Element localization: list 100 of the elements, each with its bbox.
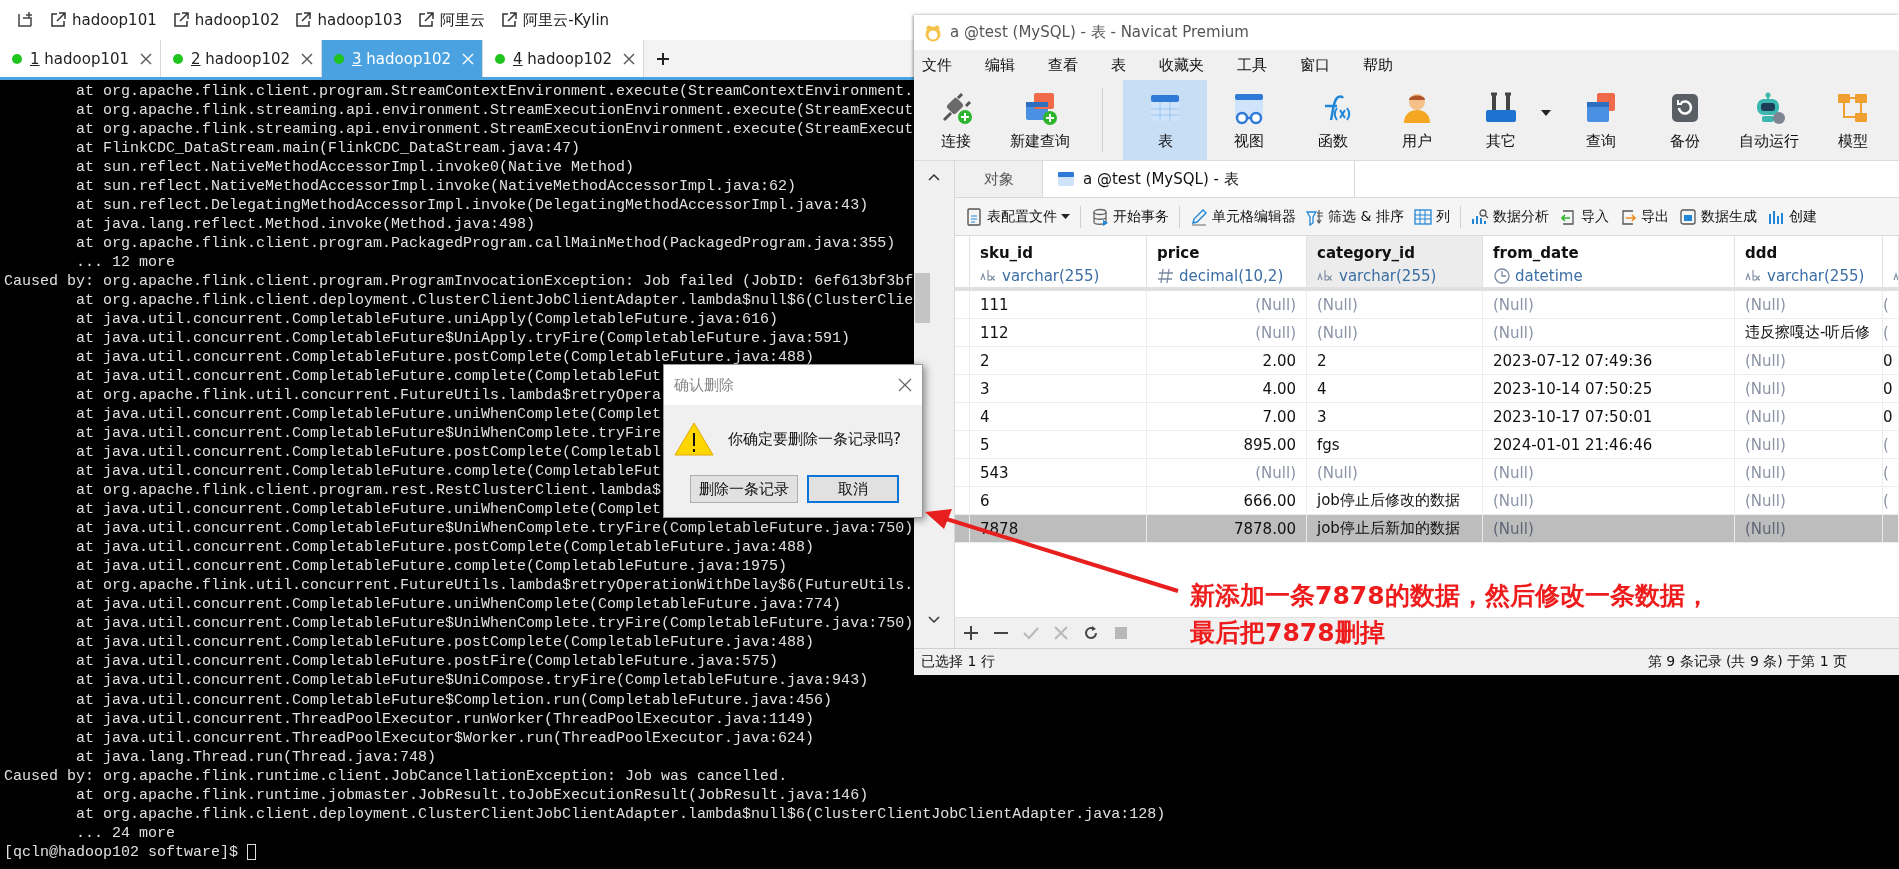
terminal-line: at java.util.concurrent.CompletableFuture.postComplete(CompletableFuture.java:488) — [76, 633, 815, 653]
terminal-line: at java.util.concurrent.ThreadPoolExecutor.runWorker(ThreadPoolExecutor.java:1149) — [76, 709, 815, 729]
close-icon[interactable] — [140, 52, 152, 65]
toolbar-button[interactable]: 数据生成 — [1678, 207, 1757, 226]
table-cell: (Null) — [1483, 515, 1735, 543]
add-tab-icon[interactable] — [656, 51, 670, 66]
hash-icon — [1157, 267, 1175, 285]
toolbar-button[interactable]: 模型 — [1811, 80, 1895, 160]
menu-item[interactable]: 收藏夹 — [1159, 55, 1204, 75]
toolbar-button[interactable]: 列 — [1413, 207, 1450, 226]
toolbar-button[interactable]: 表 — [1123, 80, 1207, 160]
bookmark-link[interactable]: 阿里云 — [418, 10, 486, 30]
bookmark-link[interactable]: hadoop103 — [295, 11, 403, 29]
table-cell: (Null) — [1147, 319, 1307, 347]
table-cell: (Null) — [1735, 431, 1883, 459]
menu-item[interactable]: 工具 — [1237, 55, 1267, 75]
status-text: 第 9 条记录 (共 9 条) 于第 1 页 — [1647, 653, 1847, 671]
table-cell: (Null) — [1307, 291, 1483, 319]
close-icon[interactable] — [898, 378, 912, 392]
terminal-line: at sun.reflect.DelegatingMethodAccessorImpl.invoke(DelegatingMethodAccessorImpl.java:43) — [76, 196, 869, 216]
toolbar-button[interactable]: 视图 — [1207, 80, 1291, 160]
annotation-text: 新添加一条7878的数据，然后修改一条数据， 最后把7878删掉 — [1190, 580, 1710, 649]
external-link-icon — [418, 12, 435, 28]
dialog-button[interactable]: 取消 — [807, 475, 899, 503]
scroll-thumb[interactable] — [914, 273, 930, 323]
table-cell: 0 — [1883, 375, 1899, 403]
bookmark-link[interactable]: 阿里云-Kylin — [501, 10, 610, 30]
add-icon[interactable] — [963, 625, 979, 641]
table-cell: (Null) — [1735, 347, 1883, 375]
menu-item[interactable]: 窗口 — [1300, 55, 1330, 75]
status-text: 已选择 1 行 — [920, 653, 996, 671]
bookmark-link[interactable]: hadoop101 — [50, 11, 157, 29]
table-cell: 4 — [970, 403, 1147, 431]
terminal-line: at org.apache.flink.streaming.api.environment.StreamExecutionEnvironment.execute(StreamExecut — [76, 120, 914, 140]
new-window-icon[interactable] — [16, 11, 34, 29]
table-cell: (Null) — [1735, 403, 1883, 431]
toolbar-button[interactable]: 函数 — [1291, 80, 1375, 160]
caret-down-icon[interactable] — [928, 616, 940, 624]
column-header[interactable]: price decimal(10,2) — [1147, 236, 1307, 291]
caret-up-icon[interactable] — [928, 173, 940, 181]
toolbar-button[interactable]: 开始事务 — [1091, 207, 1169, 226]
dialog-button[interactable]: 删除一条记录 — [690, 475, 798, 503]
table-cell: (Null) — [1735, 459, 1883, 487]
terminal-tab[interactable]: 2 hadoop102 — [161, 40, 322, 77]
column-header[interactable]: from_date datetime — [1483, 236, 1735, 291]
external-link-icon — [501, 12, 518, 28]
toolbar-button[interactable]: 导入 — [1558, 207, 1609, 226]
toolbar-button[interactable]: 导出 — [1618, 207, 1669, 226]
menu-item[interactable]: 编辑 — [985, 55, 1015, 75]
table-cell: 112 — [970, 319, 1147, 347]
column-header[interactable]: ddd varchar(255) — [1735, 236, 1883, 291]
toolbar-button[interactable]: 单元格编辑器 — [1190, 207, 1296, 226]
toolbar-button[interactable]: 备份 — [1643, 80, 1727, 160]
table-cell: 2024-01-01 21:46:46 — [1483, 431, 1735, 459]
status-dot — [173, 53, 183, 64]
toolbar-button[interactable]: 数据分析 — [1470, 207, 1549, 226]
terminal-line: ... 24 more — [76, 823, 176, 843]
table-cell: 7.00 — [1147, 403, 1307, 431]
table-cell: (Null) — [1307, 319, 1483, 347]
column-header[interactable]: category_id varchar(255) — [1307, 236, 1483, 291]
close-icon[interactable] — [301, 52, 313, 65]
table-cell: 2 — [970, 347, 1147, 375]
toolbar-button[interactable]: 查询 — [1559, 80, 1643, 160]
toolbar-button[interactable]: 其它 — [1459, 80, 1559, 160]
app-logo-icon — [924, 23, 942, 42]
toolbar-button[interactable]: 连接 — [914, 80, 998, 160]
terminal-line: at java.util.concurrent.CompletableFuture$UniWhenComplete.tryFire(CompletableFuture.java:750) — [76, 614, 914, 634]
refresh-icon[interactable] — [1083, 625, 1099, 641]
terminal-line: at java.lang.reflect.Method.invoke(Method.java:498) — [76, 215, 536, 235]
terminal-tab[interactable]: 4 hadoop102 — [483, 40, 644, 77]
status-dot — [334, 53, 344, 64]
table-cell: (Null) — [1483, 291, 1735, 319]
toolbar-button[interactable]: 表配置文件 — [965, 207, 1070, 226]
table-cell: ( — [1883, 459, 1899, 487]
toolbar-button[interactable]: 筛选 & 排序 — [1306, 207, 1404, 226]
column-header[interactable]: sku_id varchar(255) — [970, 236, 1147, 291]
terminal-line: at java.util.concurrent.CompletableFuture.postFire(CompletableFuture.java:575) — [76, 652, 779, 672]
terminal-tab[interactable]: 1 hadoop101 — [0, 40, 161, 77]
pencil-icon — [1190, 207, 1208, 226]
toolbar-button[interactable]: 用户 — [1375, 80, 1459, 160]
terminal-line: at java.util.concurrent.CompletableFuture$UniCompose.tryFire(CompletableFuture.java:943) — [76, 671, 869, 691]
table-cell: ( — [1883, 431, 1899, 459]
table-cell: 3 — [970, 375, 1147, 403]
document-tab[interactable]: 对象 — [955, 161, 1043, 197]
bookmark-link[interactable]: hadoop102 — [172, 11, 280, 29]
menu-item[interactable]: 查看 — [1048, 55, 1078, 75]
menu-item[interactable]: 表 — [1111, 55, 1126, 75]
table-cell: 违反擦嘎达-听后修 — [1735, 319, 1883, 347]
table-cell: 895.00 — [1147, 431, 1307, 459]
terminal-line: at org.apache.flink.client.program.StreamContextEnvironment.execute(StreamContextEnvironment. — [76, 82, 914, 101]
terminal-line: at org.apache.flink.client.deployment.ClusterClientJobClientAdapter.lambda$null$6(ClusterClie — [76, 291, 914, 311]
toolbar-button[interactable]: 创建 — [1766, 207, 1817, 226]
terminal-line: at java.util.concurrent.CompletableFuture.complete(CompletableFut — [76, 367, 662, 387]
table-cell: 0 — [1883, 347, 1899, 375]
menu-item[interactable]: 文件 — [922, 55, 952, 75]
column-header[interactable] — [1883, 236, 1899, 291]
toolbar-button[interactable]: 新建查询 — [998, 80, 1082, 160]
menu-item[interactable]: 帮助 — [1363, 55, 1393, 75]
toolbar-button[interactable]: 自动运行 — [1727, 80, 1811, 160]
close-icon[interactable] — [623, 52, 635, 65]
